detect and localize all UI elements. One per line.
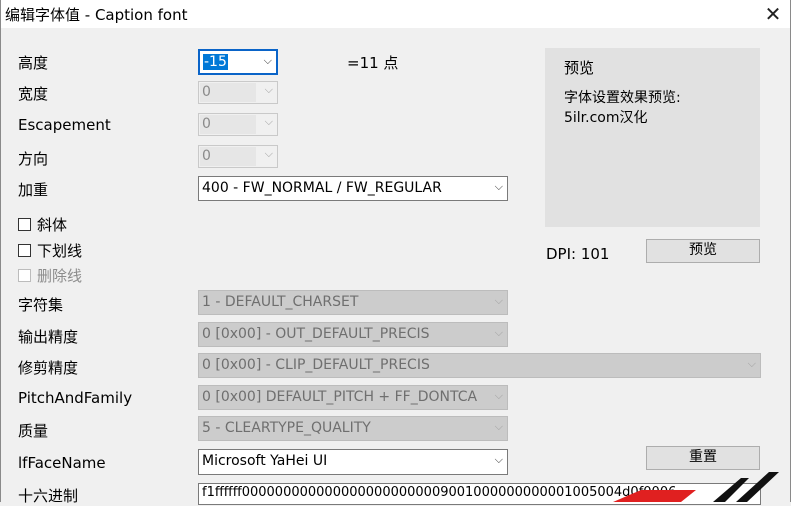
- escapement-value: 0: [202, 116, 211, 132]
- pitch-family-value: 0 [0x00] DEFAULT_PITCH + FF_DONTCA: [202, 389, 478, 405]
- chevron-down-icon: ⌵: [494, 420, 503, 433]
- out-precision-value: 0 [0x00] - OUT_DEFAULT_PRECIS: [202, 326, 430, 342]
- dpi-readout: DPI: 101: [546, 245, 610, 263]
- pitch-family-label: PitchAndFamily: [18, 389, 133, 407]
- clip-precision-combo: 0 [0x00] - CLIP_DEFAULT_PRECIS ⌵: [198, 353, 761, 378]
- face-name-combo[interactable]: Microsoft YaHei UI ⌵: [198, 449, 508, 475]
- underline-checkbox[interactable]: 下划线: [18, 240, 82, 261]
- font-editor-window: 编辑字体值 - Caption font ✕ 高度 -15 ⌵ =11 点 宽度…: [0, 0, 791, 505]
- orientation-combo[interactable]: 0 ⌵: [198, 145, 278, 168]
- underline-label: 下划线: [37, 242, 83, 260]
- checkbox-icon: [18, 218, 31, 231]
- watermark-red-stroke: [613, 490, 696, 502]
- chevron-down-icon: ⌵: [494, 180, 503, 193]
- face-name-value: Microsoft YaHei UI: [202, 453, 328, 469]
- italic-label: 斜体: [37, 216, 68, 234]
- height-label: 高度: [18, 54, 49, 72]
- quality-label: 质量: [18, 422, 49, 440]
- clip-precision-value: 0 [0x00] - CLIP_DEFAULT_PRECIS: [202, 357, 430, 373]
- italic-checkbox[interactable]: 斜体: [18, 214, 67, 235]
- chevron-down-icon: ⌵: [494, 389, 503, 402]
- chevron-down-icon: ⌵: [494, 453, 503, 466]
- chevron-down-icon: ⌵: [263, 54, 272, 67]
- weight-label: 加重: [18, 181, 49, 199]
- charset-label: 字符集: [18, 296, 64, 314]
- quality-value: 5 - CLEARTYPE_QUALITY: [202, 420, 371, 436]
- chevron-down-icon: ⌵: [747, 357, 756, 370]
- preview-sample-text: 字体设置效果预览: 5ilr.com汉化: [564, 88, 681, 128]
- escapement-label: Escapement: [18, 116, 111, 134]
- escapement-combo[interactable]: 0 ⌵: [198, 113, 278, 136]
- preview-button[interactable]: 预览: [646, 239, 760, 263]
- chevron-down-icon: ⌵: [264, 115, 273, 128]
- watermark-logo: [613, 472, 779, 502]
- strikeout-checkbox: 删除线: [18, 265, 82, 286]
- preview-line-1: 字体设置效果预览:: [564, 90, 681, 106]
- chevron-down-icon: ⌵: [494, 294, 503, 307]
- charset-combo: 1 - DEFAULT_CHARSET ⌵: [198, 290, 508, 315]
- preview-line-2: 5ilr.com汉化: [564, 110, 648, 126]
- width-label: 宽度: [18, 85, 49, 103]
- preview-panel: 预览 字体设置效果预览: 5ilr.com汉化: [545, 48, 760, 227]
- strikeout-label: 删除线: [37, 267, 83, 285]
- quality-combo: 5 - CLEARTYPE_QUALITY ⌵: [198, 416, 508, 441]
- checkbox-icon: [18, 244, 31, 257]
- height-combo[interactable]: -15 ⌵: [198, 49, 278, 75]
- points-readout: =11 点: [347, 54, 399, 72]
- checkbox-icon: [18, 269, 31, 282]
- orientation-value: 0: [202, 148, 211, 164]
- chevron-down-icon: ⌵: [264, 83, 273, 96]
- preview-title: 预览: [564, 59, 595, 77]
- weight-combo[interactable]: 400 - FW_NORMAL / FW_REGULAR ⌵: [198, 176, 508, 201]
- clip-precision-label: 修剪精度: [18, 359, 79, 377]
- watermark-black-stroke-2: [736, 472, 779, 502]
- face-name-label: lfFaceName: [18, 454, 106, 472]
- window-title: 编辑字体值 - Caption font: [5, 6, 188, 24]
- charset-value: 1 - DEFAULT_CHARSET: [202, 294, 359, 310]
- out-precision-combo: 0 [0x00] - OUT_DEFAULT_PRECIS ⌵: [198, 322, 508, 347]
- width-combo[interactable]: 0 ⌵: [198, 81, 278, 104]
- reset-button[interactable]: 重置: [646, 446, 760, 470]
- chevron-down-icon: ⌵: [264, 147, 273, 160]
- width-value: 0: [202, 84, 211, 100]
- hex-label: 十六进制: [18, 487, 79, 505]
- height-value: -15: [203, 54, 228, 70]
- title-bar: 编辑字体值 - Caption font ✕: [1, 0, 790, 28]
- out-precision-label: 输出精度: [18, 328, 79, 346]
- chevron-down-icon: ⌵: [494, 326, 503, 339]
- close-icon[interactable]: ✕: [756, 0, 790, 28]
- orientation-label: 方向: [18, 150, 49, 168]
- weight-value: 400 - FW_NORMAL / FW_REGULAR: [202, 180, 442, 196]
- pitch-family-combo: 0 [0x00] DEFAULT_PITCH + FF_DONTCA ⌵: [198, 385, 508, 410]
